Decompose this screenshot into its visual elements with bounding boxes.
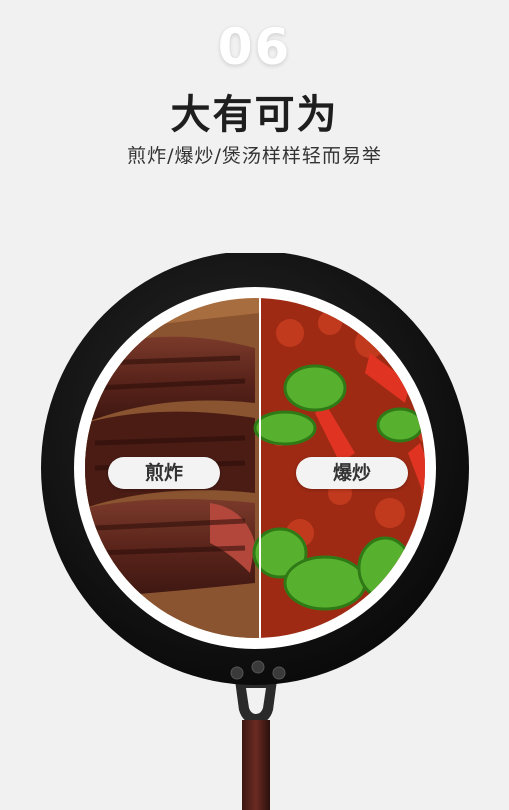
section-number: 06	[217, 18, 292, 76]
label-stir-fry: 爆炒	[296, 457, 408, 489]
pan-handle	[235, 680, 277, 810]
label-fry: 煎炸	[108, 457, 220, 489]
section-title: 大有可为	[170, 92, 339, 138]
section-subtitle: 煎炸/爆炒/煲汤样样轻而易举	[127, 145, 382, 167]
